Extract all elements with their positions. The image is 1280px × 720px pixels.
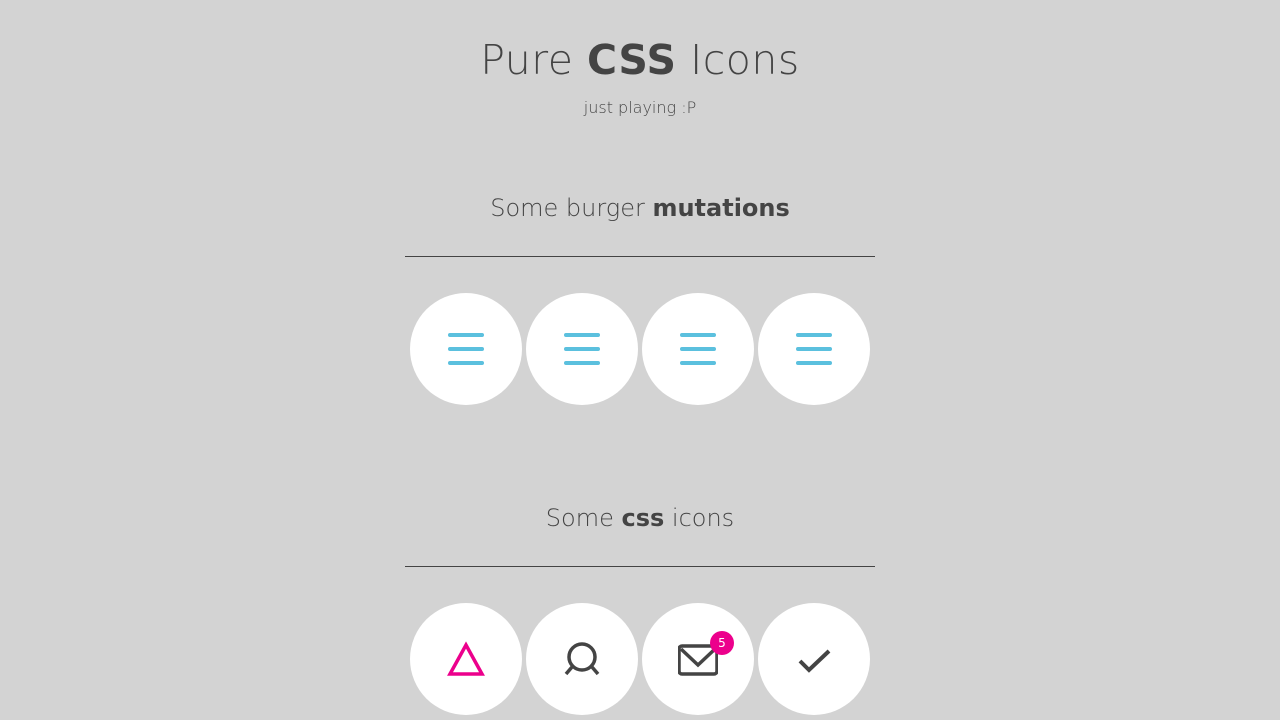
- burger-button-2[interactable]: [526, 293, 638, 405]
- section-title-prefix: Some burger: [490, 194, 653, 222]
- section-title-bold: mutations: [652, 194, 790, 222]
- burger-icon-row: [410, 293, 870, 405]
- section-title-css-icons: Some css icons: [0, 502, 1280, 534]
- section-divider: [405, 566, 875, 567]
- section-title-suffix: icons: [664, 504, 735, 532]
- page-subtitle: just playing :P: [583, 98, 697, 117]
- check-icon: [798, 649, 831, 673]
- section-title-burger: Some burger mutations: [0, 192, 1280, 224]
- check-button[interactable]: [758, 603, 870, 715]
- page-title: Pure CSS Icons: [0, 34, 1280, 86]
- section-title-prefix: Some: [545, 504, 622, 532]
- mail-badge-count: 5: [710, 631, 734, 655]
- triangle-button[interactable]: [410, 603, 522, 715]
- burger-button-3[interactable]: [642, 293, 754, 405]
- triangle-icon: [447, 641, 485, 676]
- burger-icon: [564, 333, 600, 365]
- burger-button-4[interactable]: [758, 293, 870, 405]
- burger-icon: [448, 333, 484, 365]
- page: Pure CSS Icons just playing :P Some burg…: [0, 0, 1280, 720]
- search-button[interactable]: [526, 603, 638, 715]
- page-title-bold: CSS: [587, 36, 677, 84]
- section-divider: [405, 256, 875, 257]
- mail-button[interactable]: 5: [642, 603, 754, 715]
- search-icon: [564, 642, 600, 676]
- page-title-suffix: Icons: [676, 36, 800, 84]
- css-icon-row: 5: [410, 603, 870, 715]
- burger-icon: [680, 333, 716, 365]
- page-title-prefix: Pure: [480, 36, 587, 84]
- burger-button-1[interactable]: [410, 293, 522, 405]
- burger-icon: [796, 333, 832, 365]
- section-title-bold: css: [621, 504, 665, 532]
